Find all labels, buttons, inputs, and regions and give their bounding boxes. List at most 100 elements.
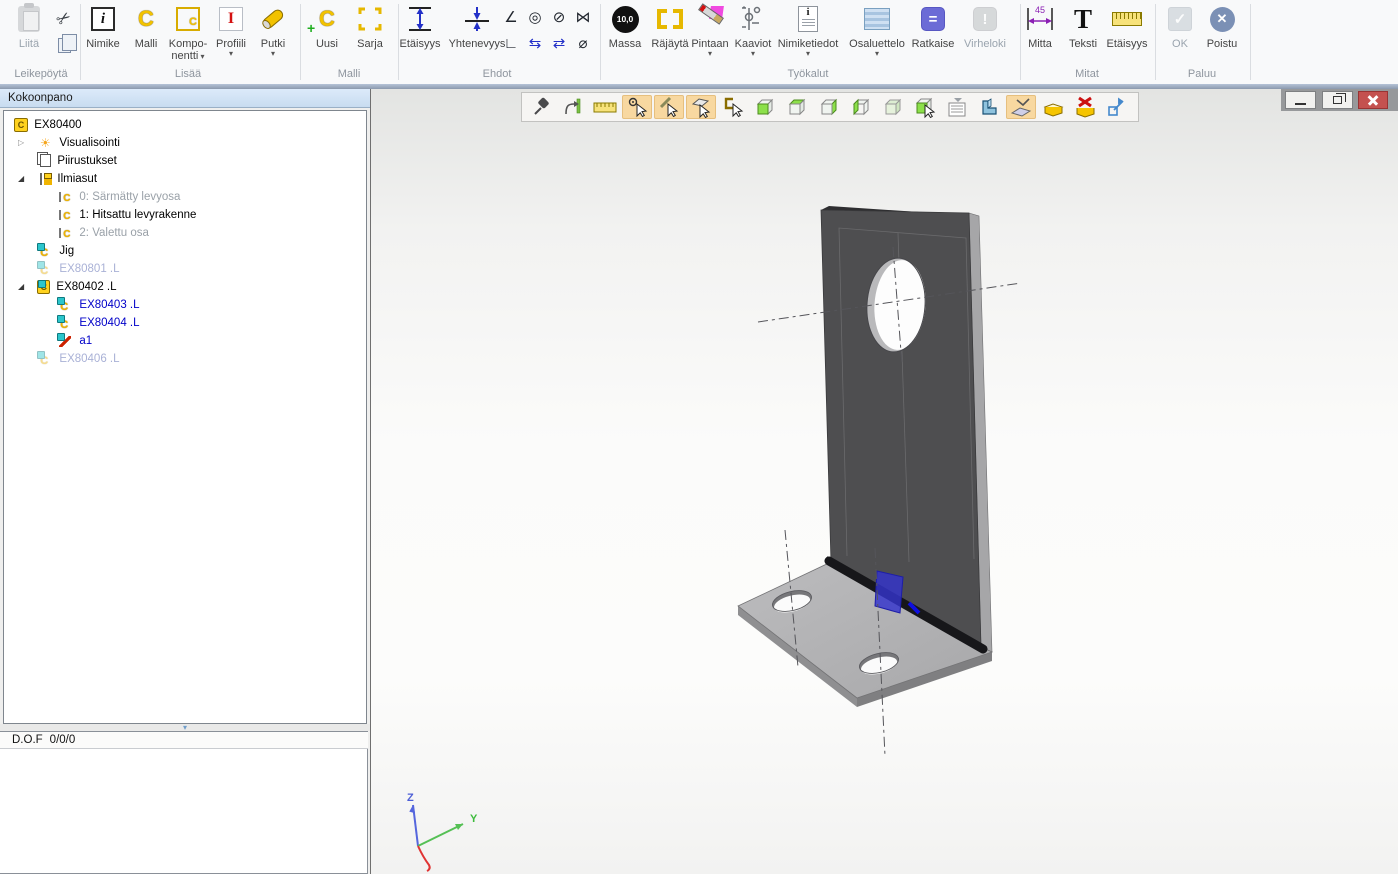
perpendicular-constraint-icon[interactable]: ∟ xyxy=(500,32,522,54)
feature-list-icon[interactable] xyxy=(942,95,972,119)
constraint-mini-buttons: ∠ ◎ ⊘ ⋈ ∟ ⇆ ⇄ ⌀ xyxy=(500,6,596,62)
panel-title: Kokoonpano xyxy=(0,89,370,108)
bracket-model[interactable]: Z Y xyxy=(371,89,1398,874)
clipboard-icon xyxy=(18,6,40,32)
komponentti-button[interactable]: C Kompo- nentti xyxy=(165,2,211,63)
mitta-button[interactable]: 45 Mitta xyxy=(1021,2,1059,50)
ruler-icon[interactable] xyxy=(590,95,620,119)
axes-triad: Z Y xyxy=(407,792,478,871)
profile-icon: I xyxy=(219,7,243,31)
ok-button[interactable]: ✓ OK xyxy=(1162,2,1198,50)
tangent-constraint-icon[interactable]: ⊘ xyxy=(548,6,570,28)
bin-icon[interactable] xyxy=(1038,95,1068,119)
model-icon: C xyxy=(138,6,154,32)
concentric-constraint-icon[interactable]: ◎ xyxy=(524,6,546,28)
selected-face-highlight[interactable] xyxy=(875,571,903,613)
sarja-button[interactable]: Sarja xyxy=(349,2,391,50)
item-data-icon: i xyxy=(798,6,818,32)
osaluettelo-button[interactable]: Osaluettelo xyxy=(844,2,910,57)
profiili-button[interactable]: I Profiili xyxy=(209,2,253,57)
tree-item-ilmiasut[interactable]: ◢ Ilmiasut xyxy=(4,170,366,188)
expander-expanded-icon[interactable]: ◢ xyxy=(18,170,34,188)
virheloki-button[interactable]: ! Virheloki xyxy=(959,2,1011,50)
cube-face-front-icon[interactable] xyxy=(750,95,780,119)
tree-item-jig[interactable]: Jig xyxy=(4,242,366,260)
uusi-button[interactable]: C + Uusi xyxy=(307,2,347,50)
text-icon: T xyxy=(1074,4,1092,35)
measure-path-icon[interactable] xyxy=(558,95,588,119)
malli-button[interactable]: C Malli xyxy=(126,2,166,50)
variant-icon xyxy=(57,190,73,204)
tree-item-variant-2[interactable]: 2: Valettu osa xyxy=(4,224,366,242)
expander-expanded-icon[interactable]: ◢ xyxy=(18,278,34,296)
locked-part-icon xyxy=(57,316,73,330)
symmetry-constraint-icon[interactable]: ⋈ xyxy=(572,6,594,28)
tree-item-ex80403[interactable]: EX80403 .L xyxy=(4,296,366,314)
copy-button[interactable] xyxy=(53,34,75,56)
etaisyys-measure-button[interactable]: Etäisyys xyxy=(1102,2,1152,50)
exit-icon: ✕ xyxy=(1210,7,1235,32)
tree-item-piirustukset[interactable]: Piirustukset xyxy=(4,152,366,170)
tree-item-ex80402[interactable]: ◢ C EX80402 .L xyxy=(4,278,366,296)
ratkaise-button[interactable]: = Ratkaise xyxy=(909,2,957,50)
cube-face-side-icon[interactable] xyxy=(814,95,844,119)
to-surface-icon xyxy=(697,6,723,32)
close-button[interactable] xyxy=(1358,91,1388,109)
axis-x-arrow xyxy=(418,846,430,871)
restore-button[interactable] xyxy=(1322,91,1353,109)
massa-button[interactable]: 10,0 Massa xyxy=(603,2,647,50)
pin-icon[interactable] xyxy=(526,95,556,119)
ruler-icon xyxy=(1112,12,1142,26)
dof-list xyxy=(0,749,368,874)
cube-face-inner-icon[interactable] xyxy=(846,95,876,119)
part-icon[interactable] xyxy=(974,95,1004,119)
cube-select-icon[interactable] xyxy=(910,95,940,119)
select-point-icon[interactable] xyxy=(622,95,652,119)
hidden-part-icon xyxy=(37,352,53,366)
tree-item-variant-1[interactable]: 1: Hitsattu levyrakenne xyxy=(4,206,366,224)
equal-distance-constraint-icon[interactable]: ⇆ xyxy=(524,32,546,54)
cut-button[interactable]: ✂ xyxy=(53,8,75,30)
teksti-button[interactable]: T Teksti xyxy=(1063,2,1103,50)
tree-item-ex80801[interactable]: EX80801 .L xyxy=(4,260,366,278)
copy-icon xyxy=(58,38,71,53)
minimize-button[interactable] xyxy=(1285,91,1316,109)
panel-splitter[interactable]: ▾ xyxy=(0,724,370,731)
select-component-icon[interactable] xyxy=(718,95,748,119)
new-model-icon: C xyxy=(319,6,335,32)
dof-label: D.O.F xyxy=(12,734,43,746)
nimiketiedot-button[interactable]: i Nimiketiedot xyxy=(772,2,844,57)
pintaan-button[interactable]: Pintaan xyxy=(688,2,732,57)
variant-icon xyxy=(57,208,73,222)
cube-solid-icon[interactable] xyxy=(878,95,908,119)
kaaviot-button[interactable]: Kaaviot xyxy=(731,2,775,57)
rajayta-button[interactable]: Räjäytä xyxy=(649,2,691,50)
window-controls xyxy=(1281,89,1398,111)
select-face-icon[interactable] xyxy=(686,95,716,119)
bin-delete-icon[interactable] xyxy=(1070,95,1100,119)
parallel-constraint-icon[interactable]: ⇄ xyxy=(548,32,570,54)
paste-button[interactable]: Liitä xyxy=(6,2,52,50)
schematics-icon xyxy=(739,5,767,33)
tree-item-a1[interactable]: a1 xyxy=(4,332,366,350)
tree-item-ex80406[interactable]: EX80406 .L xyxy=(4,350,366,368)
tree-item-ex80404[interactable]: EX80404 .L xyxy=(4,314,366,332)
dof-value: 0/0/0 xyxy=(50,734,76,746)
putki-button[interactable]: Putki xyxy=(253,2,293,57)
cube-face-top-icon[interactable] xyxy=(782,95,812,119)
release-constraint-icon[interactable]: ⌀ xyxy=(572,32,594,54)
select-edge-icon[interactable] xyxy=(654,95,684,119)
tree-item-ex80400[interactable]: C EX80400 xyxy=(4,116,366,134)
assembly-tree[interactable]: C EX80400 ▷ ☀ Visualisointi Piirustukset… xyxy=(3,110,367,724)
angle-constraint-icon[interactable]: ∠ xyxy=(500,6,522,28)
expander-collapsed-icon[interactable]: ▷ xyxy=(18,134,34,152)
tree-item-visualisointi[interactable]: ▷ ☀ Visualisointi xyxy=(4,134,366,152)
nimike-button[interactable]: i Nimike xyxy=(81,2,125,50)
poistu-button[interactable]: ✕ Poistu xyxy=(1201,2,1243,50)
etaisyys-constraint-button[interactable]: Etäisyys xyxy=(394,2,446,50)
tree-item-variant-0[interactable]: 0: Särmätty levyosa xyxy=(4,188,366,206)
work-plane-icon[interactable] xyxy=(1006,95,1036,119)
axis-y-label: Y xyxy=(470,813,478,825)
export-view-icon[interactable] xyxy=(1102,95,1132,119)
model-viewport[interactable]: Z Y xyxy=(370,89,1398,874)
